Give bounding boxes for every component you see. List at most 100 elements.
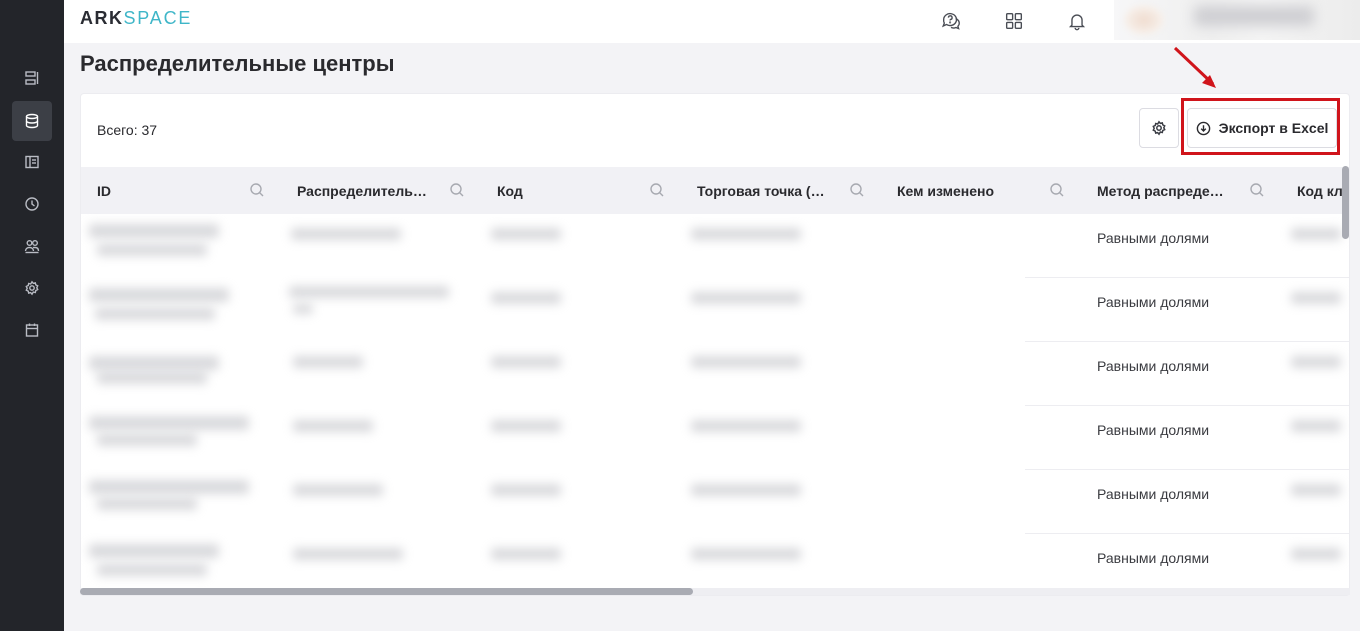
cell-method: Равными долями xyxy=(1097,358,1210,374)
column-header-client-code[interactable]: Код кл xyxy=(1281,167,1349,214)
redacted-cell xyxy=(95,308,215,320)
redacted-cell xyxy=(97,498,197,510)
notifications-button[interactable] xyxy=(1063,7,1091,35)
column-search-button[interactable] xyxy=(249,182,265,198)
redacted-cell xyxy=(293,420,373,432)
redacted-cell xyxy=(89,544,219,558)
search-icon xyxy=(850,183,864,197)
table-row[interactable]: Равными долями xyxy=(81,278,1349,342)
cell-method: Равными долями xyxy=(1097,550,1210,566)
page-title: Распределительные центры xyxy=(80,51,395,76)
redacted-cell xyxy=(691,356,801,368)
redacted-cell xyxy=(1291,548,1341,560)
redacted-cell xyxy=(97,564,207,576)
redacted-cell xyxy=(491,356,561,368)
export-highlight-box xyxy=(1181,98,1340,155)
redacted-cell xyxy=(1291,228,1341,240)
column-label: Кем изменено xyxy=(897,182,995,199)
sidebar-item-clock[interactable] xyxy=(12,184,52,224)
redacted-cell xyxy=(1291,292,1341,304)
redacted-cell xyxy=(491,420,561,432)
redacted-cell xyxy=(491,484,561,496)
table-header: ID Распределительн... Код Торговая точка… xyxy=(81,167,1349,214)
column-label: Торговая точка (о... xyxy=(697,182,827,199)
redacted-cell xyxy=(97,434,197,446)
redacted-cell xyxy=(89,416,249,430)
redacted-cell xyxy=(691,228,801,240)
red-arrow-annotation xyxy=(1173,46,1216,88)
cell-method: Равными долями xyxy=(1097,294,1210,310)
table-card: Всего: 37 Экспорт в Excel ID Распределит… xyxy=(80,93,1350,596)
redacted-cell xyxy=(1291,484,1341,496)
search-icon xyxy=(450,183,464,197)
user-profile[interactable] xyxy=(1114,0,1360,40)
redacted-cell xyxy=(491,548,561,560)
redacted-cell xyxy=(291,228,401,240)
vertical-scrollbar[interactable] xyxy=(1342,166,1349,239)
sidebar-item-layout[interactable] xyxy=(12,142,52,182)
column-search-button[interactable] xyxy=(1249,182,1265,198)
redacted-cell xyxy=(89,480,249,494)
search-icon xyxy=(250,183,264,197)
apps-grid-button[interactable] xyxy=(1000,7,1028,35)
column-search-button[interactable] xyxy=(1049,182,1065,198)
table-row[interactable]: Равными долями xyxy=(81,342,1349,406)
sidebar xyxy=(0,0,64,631)
bell-icon xyxy=(1068,14,1086,31)
gear-icon xyxy=(25,280,39,296)
column-search-button[interactable] xyxy=(449,182,465,198)
column-label: Распределительн... xyxy=(297,182,427,199)
help-chat-button[interactable] xyxy=(937,7,965,35)
table-settings-button[interactable] xyxy=(1139,108,1179,148)
redacted-cell xyxy=(1291,420,1341,432)
search-icon xyxy=(1250,183,1264,197)
sidebar-item-users[interactable] xyxy=(12,226,52,266)
layout-icon xyxy=(25,155,39,169)
redacted-cell xyxy=(491,292,561,304)
clock-icon xyxy=(25,197,39,211)
column-header-code[interactable]: Код xyxy=(481,167,681,214)
table-row[interactable]: Равными долями xyxy=(81,470,1349,534)
gear-icon xyxy=(1152,120,1166,136)
table-row[interactable]: Равными долями xyxy=(81,214,1349,278)
column-search-button[interactable] xyxy=(649,182,665,198)
sidebar-item-list[interactable] xyxy=(12,58,52,98)
table-row[interactable]: Равными долями xyxy=(81,534,1349,595)
redacted-cell xyxy=(293,548,403,560)
apps-grid-icon xyxy=(1005,12,1023,30)
redacted-cell xyxy=(691,484,801,496)
cell-method: Равными долями xyxy=(1097,230,1210,246)
column-search-button[interactable] xyxy=(849,182,865,198)
horizontal-scrollbar[interactable] xyxy=(80,588,693,595)
column-header-modified-by[interactable]: Кем изменено xyxy=(881,167,1081,214)
column-header-method[interactable]: Метод распредел... xyxy=(1081,167,1281,214)
redacted-cell xyxy=(293,356,363,368)
column-header-id[interactable]: ID xyxy=(81,167,281,214)
redacted-cell xyxy=(89,288,229,302)
column-header-distribution-center[interactable]: Распределительн... xyxy=(281,167,481,214)
search-icon xyxy=(1050,183,1064,197)
sidebar-item-calendar[interactable] xyxy=(12,310,52,350)
total-count: Всего: 37 xyxy=(97,122,158,138)
top-header: ARKSPACE xyxy=(64,0,1360,43)
users-icon xyxy=(24,240,40,254)
redacted-cell xyxy=(691,548,801,560)
redacted-cell xyxy=(97,372,207,384)
avatar xyxy=(1124,5,1164,35)
redacted-cell xyxy=(691,420,801,432)
redacted-cell xyxy=(691,292,801,304)
sidebar-item-settings[interactable] xyxy=(12,268,52,308)
database-icon xyxy=(25,113,39,129)
redacted-cell xyxy=(1291,356,1341,368)
column-header-outlet[interactable]: Торговая точка (о... xyxy=(681,167,881,214)
list-icon xyxy=(25,71,39,85)
sidebar-item-database[interactable] xyxy=(12,101,52,141)
redacted-cell xyxy=(97,244,207,256)
logo[interactable]: ARKSPACE xyxy=(80,8,192,29)
table-row[interactable]: Равными долями xyxy=(81,406,1349,470)
redacted-cell xyxy=(289,286,449,298)
user-name-blurred xyxy=(1194,6,1314,26)
search-icon xyxy=(650,183,664,197)
redacted-cell xyxy=(491,228,561,240)
redacted-cell xyxy=(293,484,383,496)
